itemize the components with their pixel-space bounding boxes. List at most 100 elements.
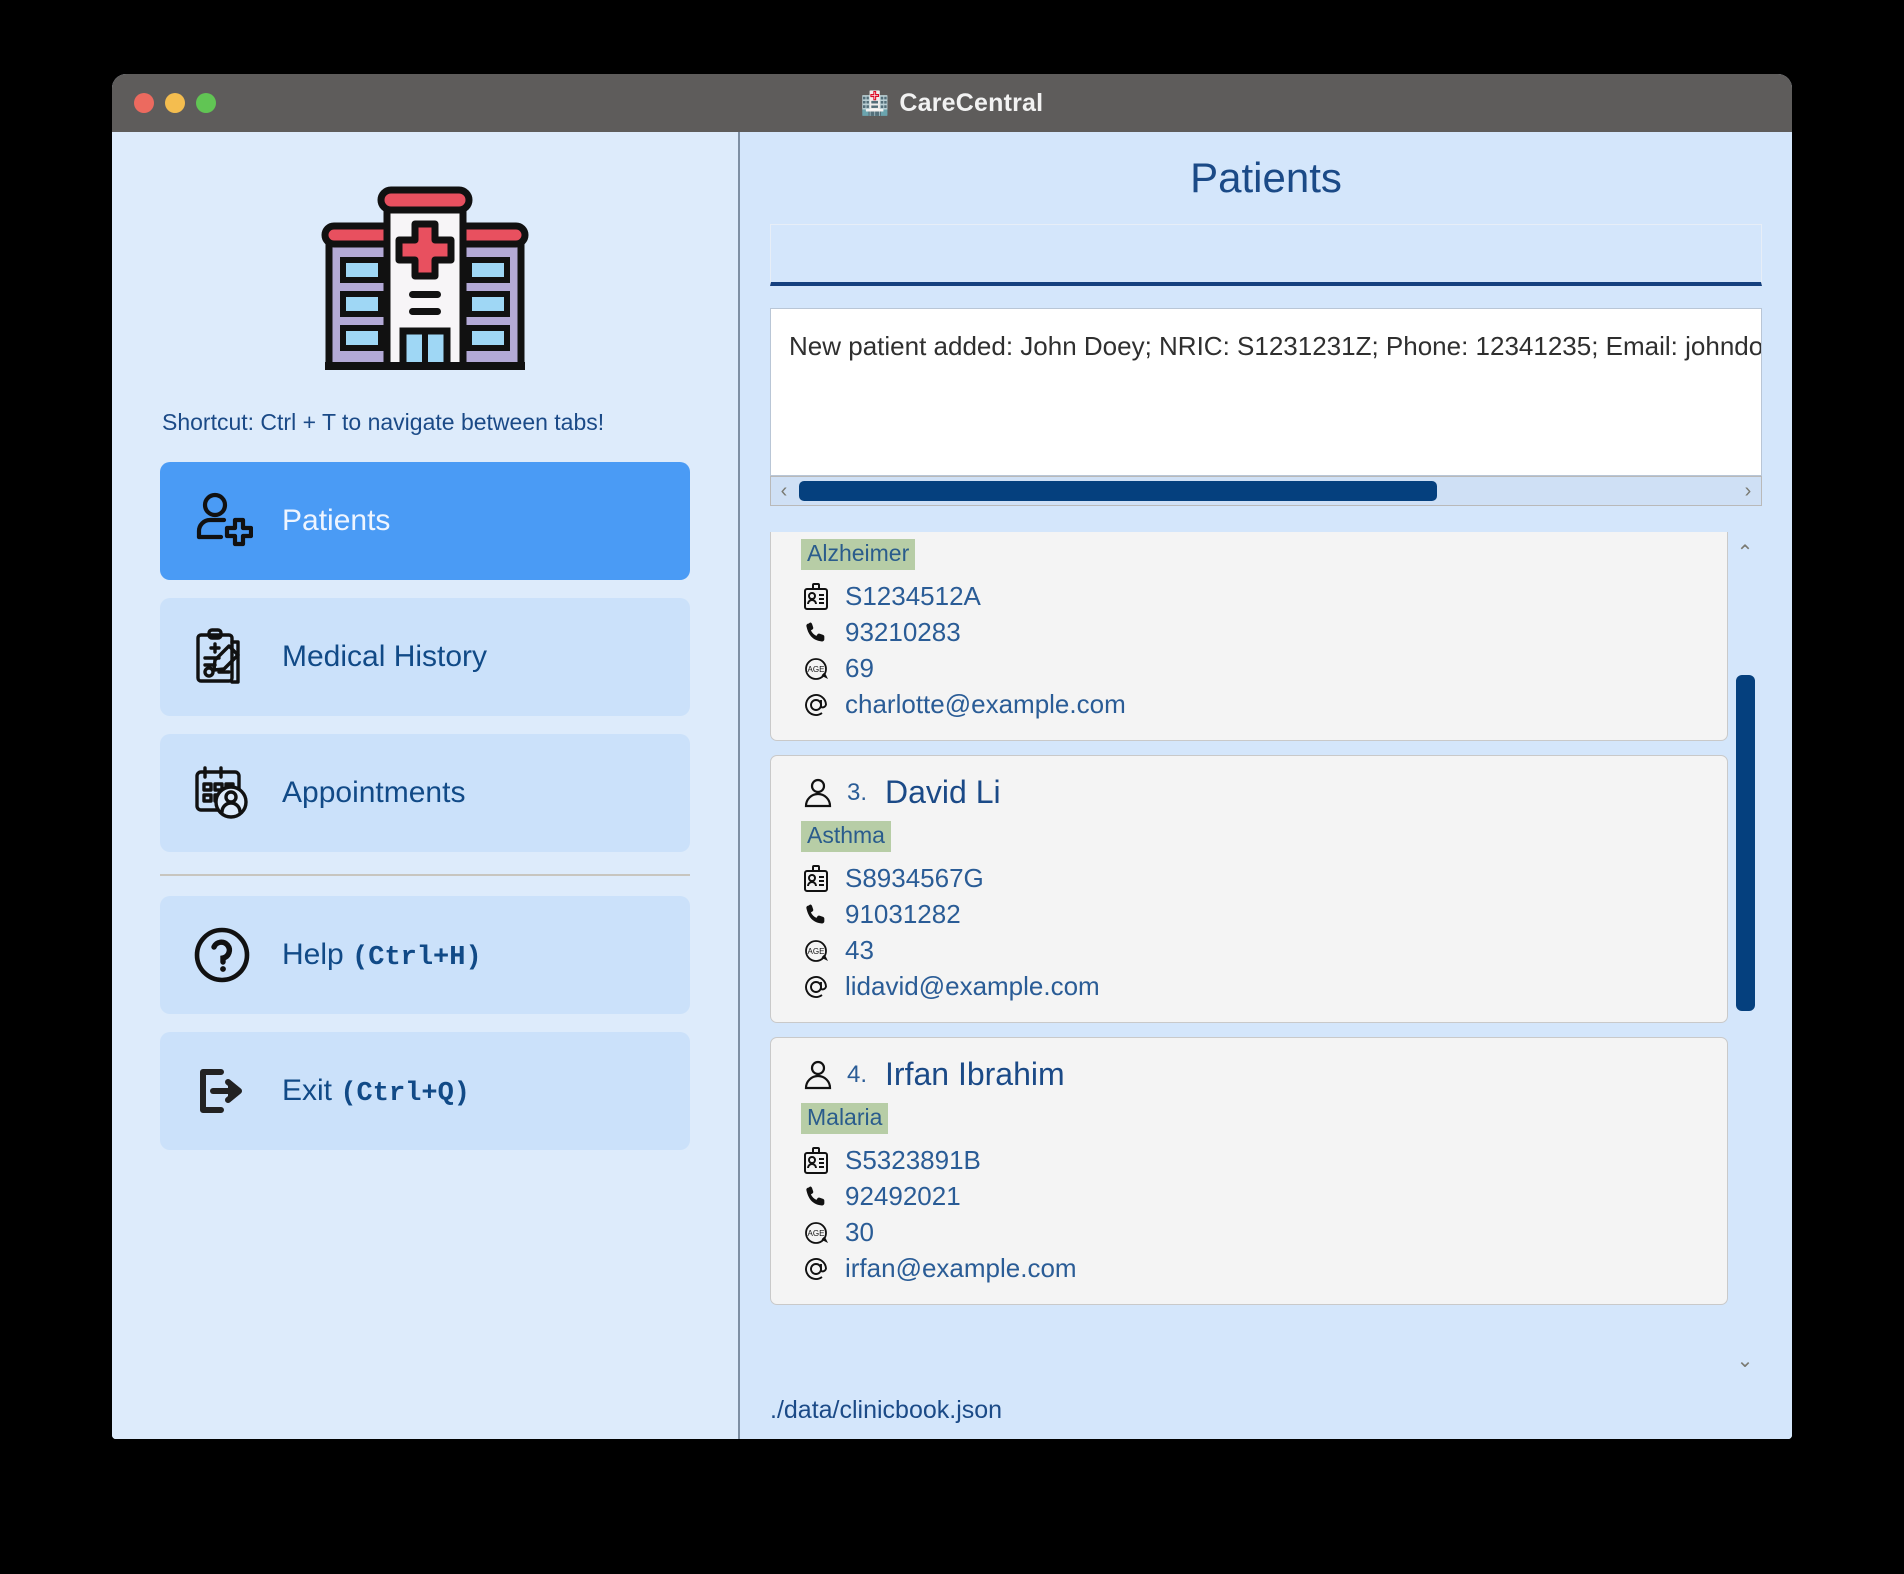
id-badge-icon (801, 582, 831, 612)
patient-age: 30 (845, 1217, 874, 1247)
titlebar: 🏥 CareCentral (112, 74, 1792, 132)
patient-list-vertical-scrollbar[interactable]: ⌃ ⌄ (1728, 532, 1762, 1381)
sidebar-item-appointments[interactable]: Appointments (160, 734, 690, 852)
svg-text:AGE: AGE (808, 947, 825, 956)
exit-label-text: Exit (282, 1073, 333, 1107)
patient-list-area: Alzheimer S1234512A 93210283 AGE 69 char… (770, 532, 1762, 1381)
add-person-icon (188, 487, 256, 555)
sidebar-divider (160, 874, 690, 876)
patient-email-field: lidavid@example.com (801, 971, 1705, 1002)
vscroll-thumb[interactable] (1736, 675, 1755, 1012)
patient-age-field: AGE 43 (801, 935, 1705, 966)
patient-age-field: AGE 30 (801, 1217, 1705, 1248)
at-email-icon (801, 972, 831, 1002)
age-icon: AGE (801, 936, 831, 966)
sidebar-item-label: Patients (282, 504, 391, 537)
patient-condition-tag: Asthma (801, 821, 891, 852)
patient-index: 3. (847, 778, 868, 806)
file-path: ./data/clinicbook.json (770, 1395, 1003, 1424)
patient-name: Irfan Ibrahim (885, 1056, 1065, 1092)
patient-age-field: AGE 69 (801, 653, 1705, 684)
svg-text:AGE: AGE (808, 665, 825, 674)
shortcut-hint: Shortcut: Ctrl + T to navigate between t… (162, 409, 605, 435)
patient-email: irfan@example.com (845, 1253, 1077, 1283)
at-email-icon (801, 690, 831, 720)
hscroll-thumb[interactable] (799, 481, 1437, 501)
hospital-icon: 🏥 (860, 89, 890, 116)
age-icon: AGE (801, 1218, 831, 1248)
help-button-label: Help (Ctrl+H) (282, 938, 482, 973)
patient-index: 4. (847, 1060, 868, 1088)
clipboard-pencil-icon (188, 623, 256, 691)
help-shortcut: (Ctrl+H) (352, 942, 482, 973)
patient-email: lidavid@example.com (845, 971, 1100, 1001)
scroll-up-arrow-icon[interactable]: ⌃ (1737, 540, 1754, 565)
patient-condition-tag: Malaria (801, 1103, 889, 1134)
patient-phone: 91031282 (845, 899, 961, 929)
patient-nric-field: S8934567G (801, 863, 1705, 894)
patient-list: Alzheimer S1234512A 93210283 AGE 69 char… (770, 532, 1728, 1381)
patient-card[interactable]: 3. David Li Asthma S8934567G 91031282 AG… (770, 755, 1728, 1023)
sidebar-item-patients[interactable]: Patients (160, 462, 690, 580)
phone-icon (801, 1182, 831, 1212)
person-icon (801, 776, 835, 810)
sidebar-nav: Patients Medical History Appointments (160, 462, 690, 852)
exit-button-label: Exit (Ctrl+Q) (282, 1074, 470, 1109)
hospital-building-logo (315, 176, 535, 381)
window-body: Shortcut: Ctrl + T to navigate between t… (112, 132, 1792, 1439)
sidebar-actions: Help (Ctrl+H) Exit (Ctrl+Q) (160, 896, 690, 1150)
patient-card-header: 3. David Li (801, 774, 1705, 811)
command-input-value (771, 225, 1761, 253)
exit-arrow-icon (188, 1057, 256, 1125)
help-button[interactable]: Help (Ctrl+H) (160, 896, 690, 1014)
window-title: CareCentral (899, 88, 1044, 117)
at-email-icon (801, 1254, 831, 1284)
patient-phone-field: 93210283 (801, 617, 1705, 648)
phone-icon (801, 618, 831, 648)
close-button[interactable] (134, 93, 154, 113)
sidebar: Shortcut: Ctrl + T to navigate between t… (112, 132, 740, 1439)
patient-nric: S8934567G (845, 863, 984, 893)
sidebar-item-label: Medical History (282, 640, 488, 673)
patient-nric-field: S5323891B (801, 1145, 1705, 1176)
patient-card[interactable]: 4. Irfan Ibrahim Malaria S5323891B 92492… (770, 1037, 1728, 1305)
vscroll-track[interactable] (1728, 566, 1762, 1347)
scroll-down-arrow-icon[interactable]: ⌄ (1737, 1348, 1754, 1373)
patient-condition-tag: Alzheimer (801, 539, 916, 570)
sidebar-item-label: Appointments (282, 776, 466, 809)
exit-shortcut: (Ctrl+Q) (340, 1078, 470, 1109)
traffic-lights (134, 93, 216, 113)
sidebar-item-medical-history[interactable]: Medical History (160, 598, 690, 716)
patient-phone: 93210283 (845, 617, 961, 647)
patient-card-header: 4. Irfan Ibrahim (801, 1056, 1705, 1093)
patient-email-field: irfan@example.com (801, 1253, 1705, 1284)
patient-nric: S1234512A (845, 581, 981, 611)
exit-button[interactable]: Exit (Ctrl+Q) (160, 1032, 690, 1150)
hscroll-track[interactable] (797, 477, 1735, 505)
scroll-left-arrow-icon[interactable]: ‹ (771, 480, 797, 503)
patient-nric-field: S1234512A (801, 581, 1705, 612)
maximize-button[interactable] (196, 93, 216, 113)
statusbar: ./data/clinicbook.json (766, 1381, 1766, 1439)
person-icon (801, 1058, 835, 1092)
minimize-button[interactable] (165, 93, 185, 113)
app-window: 🏥 CareCentral Shortcut: Ctrl + T to navi… (112, 74, 1792, 1439)
result-horizontal-scrollbar[interactable]: ‹ › (770, 476, 1762, 506)
command-input[interactable] (770, 224, 1762, 286)
phone-icon (801, 900, 831, 930)
main-panel: Patients New patient added: John Doey; N… (740, 132, 1792, 1439)
page-title: Patients (1190, 154, 1342, 201)
result-message: New patient added: John Doey; NRIC: S123… (789, 331, 1762, 361)
question-circle-icon (188, 921, 256, 989)
svg-text:AGE: AGE (808, 1229, 825, 1238)
patient-phone: 92492021 (845, 1181, 961, 1211)
scroll-right-arrow-icon[interactable]: › (1735, 480, 1761, 503)
patient-email-field: charlotte@example.com (801, 689, 1705, 720)
patient-age: 43 (845, 935, 874, 965)
id-badge-icon (801, 864, 831, 894)
patient-age: 69 (845, 653, 874, 683)
patient-nric: S5323891B (845, 1145, 981, 1175)
age-icon: AGE (801, 654, 831, 684)
patient-card[interactable]: Alzheimer S1234512A 93210283 AGE 69 char… (770, 532, 1728, 741)
window-title-group: 🏥 CareCentral (112, 89, 1792, 118)
